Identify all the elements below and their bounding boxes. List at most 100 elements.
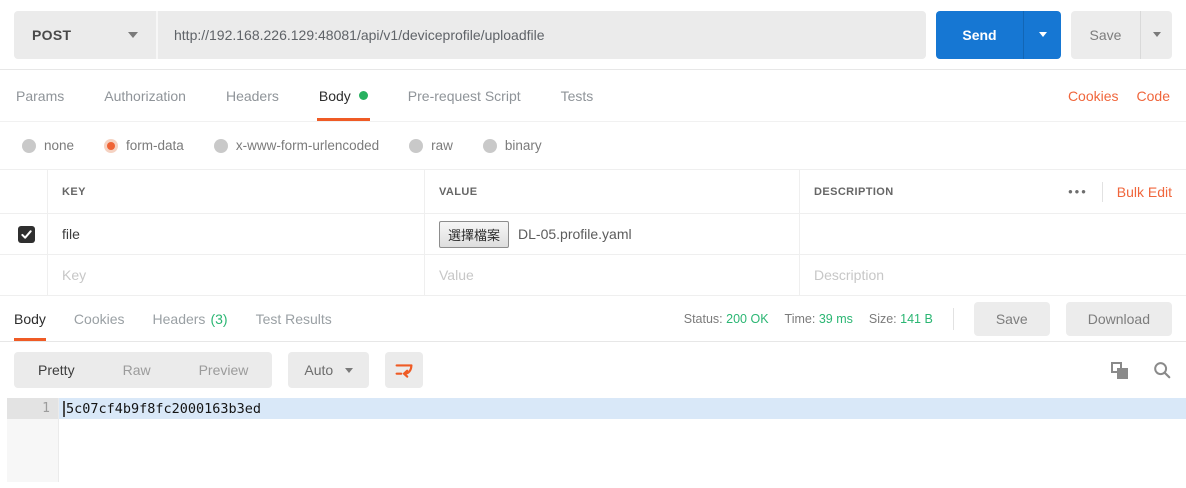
mode-none-label: none	[44, 138, 74, 153]
format-dropdown[interactable]: Auto	[288, 352, 369, 388]
response-tab-test-results[interactable]: Test Results	[256, 296, 332, 341]
key-header-label: KEY	[62, 186, 86, 198]
description-cell-empty[interactable]: Description	[800, 255, 1186, 295]
save-button[interactable]: Save	[1071, 11, 1140, 59]
request-tabs: Params Authorization Headers Body Pre-re…	[0, 70, 1186, 122]
response-tab-body[interactable]: Body	[14, 296, 46, 341]
wrap-text-icon	[393, 359, 415, 381]
save-button-group: Save	[1071, 11, 1172, 59]
chevron-down-icon	[345, 368, 353, 373]
tab-headers[interactable]: Headers	[226, 70, 279, 121]
table-header-actions: ••• Bulk Edit	[1068, 182, 1172, 202]
save-response-button[interactable]: Save	[974, 302, 1050, 336]
copy-icon[interactable]	[1111, 362, 1128, 379]
view-preview-tab[interactable]: Preview	[175, 352, 273, 388]
divider	[1102, 182, 1103, 202]
key-cell[interactable]: file	[48, 214, 425, 254]
chevron-down-icon	[1153, 32, 1161, 37]
radio-icon	[22, 139, 36, 153]
line-number: 1	[7, 398, 58, 419]
value-column-header: VALUE	[425, 170, 800, 213]
response-body-viewer: 1 5c07cf4b9f8fc2000163b3ed	[0, 398, 1186, 482]
description-cell[interactable]	[800, 214, 1186, 254]
tab-tests[interactable]: Tests	[561, 70, 594, 121]
search-icon[interactable]	[1152, 360, 1172, 380]
mode-raw[interactable]: raw	[409, 138, 453, 153]
time-value: 39 ms	[819, 312, 853, 326]
wrap-text-button[interactable]	[385, 352, 423, 388]
tab-body-label: Body	[319, 88, 351, 104]
choose-file-button[interactable]: 選擇檔案	[439, 221, 509, 248]
chevron-down-icon	[128, 32, 138, 38]
url-input[interactable]: http://192.168.226.129:48081/api/v1/devi…	[158, 11, 926, 59]
time-label: Time:	[785, 312, 816, 326]
key-placeholder: Key	[62, 267, 86, 283]
code-line-selected: 5c07cf4b9f8fc2000163b3ed	[59, 398, 1186, 419]
text-cursor	[63, 401, 65, 417]
tab-authorization[interactable]: Authorization	[104, 70, 186, 121]
time-badge: Time: 39 ms	[785, 312, 853, 326]
tab-prerequest-script[interactable]: Pre-request Script	[408, 70, 521, 121]
response-tab-body-label: Body	[14, 311, 46, 327]
select-column-header	[0, 170, 48, 213]
tab-headers-label: Headers	[226, 88, 279, 104]
mode-none[interactable]: none	[22, 138, 74, 153]
mode-binary-label: binary	[505, 138, 542, 153]
request-bar: POST http://192.168.226.129:48081/api/v1…	[0, 0, 1186, 70]
response-body-text: 5c07cf4b9f8fc2000163b3ed	[66, 401, 261, 417]
tab-params[interactable]: Params	[16, 70, 64, 121]
view-mode-segmented-control: Pretty Raw Preview	[14, 352, 272, 388]
body-mode-row: none form-data x-www-form-urlencoded raw…	[0, 122, 1186, 169]
radio-icon	[483, 139, 497, 153]
row-select-cell	[0, 214, 48, 254]
headers-count-badge: (3)	[210, 311, 227, 327]
radio-icon	[409, 139, 423, 153]
divider	[953, 308, 954, 330]
body-has-content-dot	[359, 91, 368, 100]
method-dropdown[interactable]: POST	[14, 11, 158, 59]
download-response-button[interactable]: Download	[1066, 302, 1172, 336]
tab-prerequest-label: Pre-request Script	[408, 88, 521, 104]
response-tab-headers[interactable]: Headers (3)	[153, 296, 228, 341]
response-tab-test-results-label: Test Results	[256, 311, 332, 327]
response-tab-headers-label: Headers	[153, 311, 206, 327]
method-label: POST	[32, 27, 71, 43]
status-badge: Status: 200 OK	[684, 312, 769, 326]
key-cell-empty[interactable]: Key	[48, 255, 425, 295]
row-select-cell-empty	[0, 255, 48, 295]
tab-authorization-label: Authorization	[104, 88, 186, 104]
mode-form-data[interactable]: form-data	[104, 138, 184, 153]
code-editor[interactable]: 5c07cf4b9f8fc2000163b3ed	[59, 398, 1186, 482]
view-raw-tab[interactable]: Raw	[99, 352, 175, 388]
response-tab-cookies-label: Cookies	[74, 311, 125, 327]
send-options-button[interactable]	[1023, 11, 1061, 59]
more-options-icon[interactable]: •••	[1068, 184, 1088, 199]
key-value: file	[62, 226, 80, 242]
cookies-link[interactable]: Cookies	[1068, 88, 1119, 104]
value-cell: 選擇檔案 DL-05.profile.yaml	[425, 214, 800, 254]
url-group: POST http://192.168.226.129:48081/api/v1…	[14, 11, 926, 59]
toolbar-icons	[1111, 360, 1172, 380]
key-column-header: KEY	[48, 170, 425, 213]
description-column-header: DESCRIPTION ••• Bulk Edit	[800, 170, 1186, 213]
mode-binary[interactable]: binary	[483, 138, 542, 153]
form-data-table: KEY VALUE DESCRIPTION ••• Bulk Edit file	[0, 169, 1186, 296]
bulk-edit-link[interactable]: Bulk Edit	[1117, 184, 1172, 200]
mode-form-data-label: form-data	[126, 138, 184, 153]
tab-body[interactable]: Body	[319, 70, 368, 121]
line-number-gutter: 1	[7, 398, 59, 482]
size-badge: Size: 141 B	[869, 312, 933, 326]
view-pretty-tab[interactable]: Pretty	[14, 352, 99, 388]
selected-file-name: DL-05.profile.yaml	[518, 226, 632, 242]
send-button[interactable]: Send	[936, 11, 1023, 59]
save-options-button[interactable]	[1140, 11, 1172, 59]
mode-urlencoded[interactable]: x-www-form-urlencoded	[214, 138, 379, 153]
code-link[interactable]: Code	[1137, 88, 1170, 104]
status-label: Status:	[684, 312, 723, 326]
row-checkbox-checked[interactable]	[18, 226, 35, 243]
tab-tests-label: Tests	[561, 88, 594, 104]
table-row: file 選擇檔案 DL-05.profile.yaml	[0, 214, 1186, 255]
response-tab-cookies[interactable]: Cookies	[74, 296, 125, 341]
value-cell-empty[interactable]: Value	[425, 255, 800, 295]
check-icon	[21, 229, 32, 240]
